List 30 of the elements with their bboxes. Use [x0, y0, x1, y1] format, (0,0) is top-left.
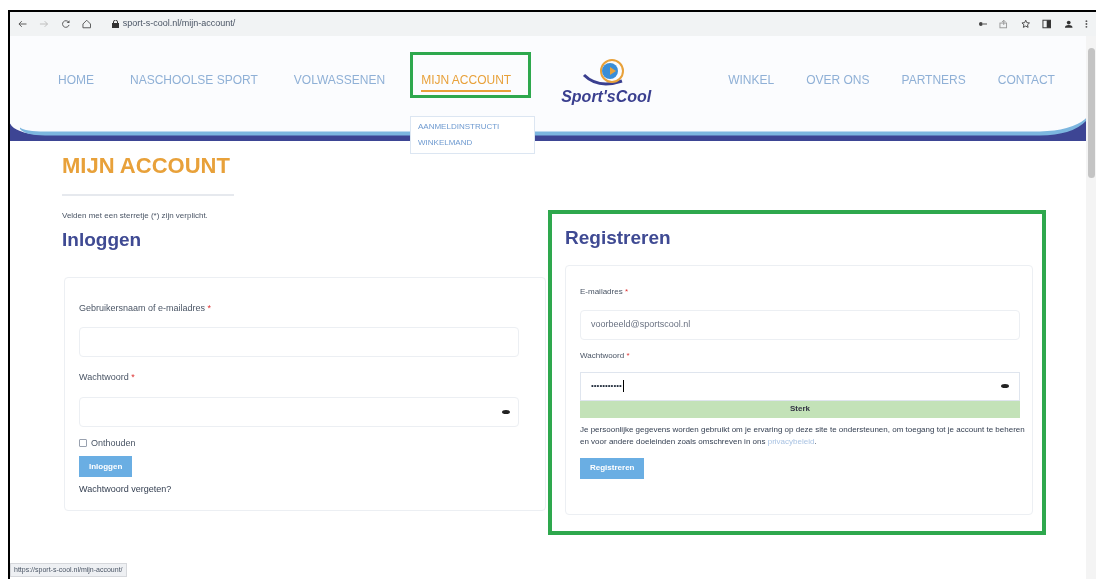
field-value: voorbeeld@sportscool.nl [591, 317, 691, 331]
password-value: ••••••••••• [591, 380, 622, 392]
field-label: E-mailadres * [580, 285, 629, 298]
nav-link[interactable]: PARTNERS [901, 70, 966, 92]
required-note: Velden met een sterretje (*) zijn verplicht. [62, 210, 208, 222]
nav-link[interactable]: VOLWASSENEN [293, 70, 386, 92]
address-text: sport-s-cool.nl/mijn-account/ [122, 17, 236, 31]
login-button[interactable]: Inloggen [79, 456, 133, 477]
register-button[interactable]: Registreren [580, 457, 645, 479]
nav-link[interactable]: HOME [58, 70, 94, 92]
nav-link[interactable]: OVER ONS [806, 70, 870, 92]
privacy-text: Je persoonlijke gegevens worden gebruikt om je ervaring op deze site te ondersteunen, om toegang tot je account te beheren en voor andere doeleinden zoals omschreven in ons privacybeleid. [580, 423, 1026, 448]
section-heading: Registreren [565, 226, 671, 250]
nav-link[interactable]: WINKEL [728, 70, 775, 92]
nav-link[interactable]: NASCHOOLSE SPORT [130, 70, 258, 92]
forgot-password-link[interactable]: Wachtwoord vergeten? [79, 483, 172, 497]
field-label: Wachtwoord * [580, 349, 630, 362]
field-label: Wachtwoord * [79, 371, 135, 384]
section-heading: Inloggen [62, 228, 142, 252]
logo-text: Sport'sCool [561, 89, 652, 105]
password-field[interactable]: ••••••••••• [580, 371, 1020, 401]
dropdown-item[interactable]: WINKELMAND [411, 137, 534, 149]
field-label: Gebruikersnaam of e-mailadres * [79, 301, 212, 315]
email-field[interactable]: voorbeeld@sportscool.nl [580, 309, 1020, 340]
page-title: MIJN ACCOUNT [62, 152, 230, 180]
logo[interactable]: Sport'sCool [561, 57, 652, 105]
nav-link[interactable]: CONTACT [997, 70, 1055, 92]
checkbox-label: Onthouden [91, 436, 136, 450]
dropdown-item[interactable]: AANMELDINSTRUCTI [411, 121, 534, 133]
nav-link[interactable]: MIJN ACCOUNT [421, 70, 512, 92]
